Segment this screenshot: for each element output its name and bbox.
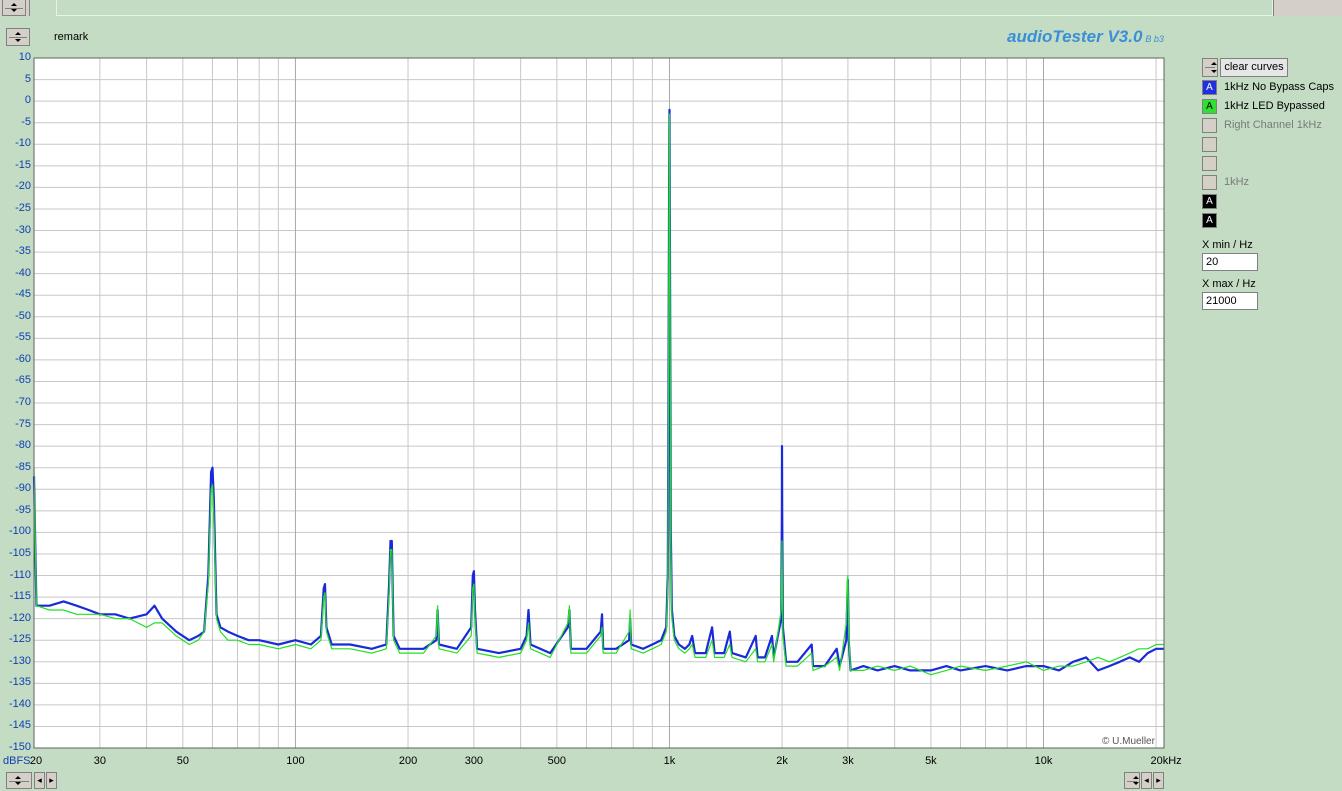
y-tick-label: -10 [15, 137, 31, 150]
curves-spinner[interactable] [1202, 58, 1218, 77]
y-tick-label: -150 [8, 741, 31, 753]
legend-color-box[interactable]: A [1202, 99, 1217, 114]
scroll-left-icon[interactable]: ◂ [1141, 772, 1152, 789]
legend-color-box[interactable]: A [1202, 213, 1217, 228]
legend-color-box[interactable] [1202, 137, 1217, 152]
app-brand: audioTester V3.0 B b3 [1007, 27, 1164, 47]
y-tick-label: -40 [15, 266, 31, 279]
y-tick-label: -30 [15, 223, 31, 236]
y-tick-label: -125 [8, 633, 31, 646]
bottom-left-arrows[interactable]: ◂ ▸ [34, 772, 58, 789]
remark-label: remark [54, 31, 89, 43]
y-tick-label: -35 [15, 245, 31, 258]
legend-color-box[interactable] [1202, 118, 1217, 133]
y-tick-label: -105 [8, 546, 31, 559]
scroll-left-icon[interactable]: ◂ [34, 772, 45, 789]
scroll-right-icon[interactable]: ▸ [46, 772, 57, 789]
top-scrollbar-track[interactable] [56, 0, 1273, 16]
y-tick-label: -140 [8, 697, 31, 710]
spectrum-chart [32, 57, 1165, 749]
y-tick-label: -130 [8, 654, 31, 667]
y-tick-label: -25 [15, 201, 31, 214]
bottom-right-arrows[interactable]: ◂ ▸ [1141, 772, 1165, 789]
brand-version: B b3 [1145, 34, 1164, 44]
y-tick-label: -100 [8, 525, 31, 538]
y-tick-label: -135 [8, 676, 31, 689]
brand-name: audioTester V3.0 [1007, 27, 1143, 46]
legend-color-box[interactable]: A [1202, 80, 1217, 95]
y-tick-label: -115 [9, 590, 31, 603]
y-tick-label: -70 [15, 396, 31, 408]
y-tick-label: -50 [15, 309, 31, 322]
y-tick-label: -65 [15, 374, 31, 387]
clear-curves-button[interactable]: clear curves [1220, 58, 1288, 77]
legend-label: Right Channel 1kHz [1224, 119, 1322, 131]
y-tick-label: -120 [8, 611, 31, 624]
y-tick-label: -75 [15, 417, 31, 430]
x-max-label: X max / Hz [1202, 278, 1256, 290]
x-min-input[interactable]: 20 [1202, 253, 1258, 271]
y-tick-label: -20 [15, 180, 31, 193]
legend-label: 1kHz LED Bypassed [1224, 100, 1325, 112]
y-tick-label: -145 [8, 719, 31, 732]
y-tick-label: 0 [24, 94, 31, 107]
legend-color-box[interactable]: A [1202, 194, 1217, 209]
y-tick-label: -95 [15, 503, 31, 516]
x-min-label: X min / Hz [1202, 239, 1253, 251]
legend-color-box[interactable] [1202, 156, 1217, 171]
y-tick-label: -85 [15, 460, 31, 473]
y-tick-label: -5 [21, 115, 31, 128]
y-tick-label: -15 [15, 158, 31, 171]
y-tick-label: 10 [18, 51, 31, 63]
y-tick-label: -90 [15, 482, 31, 495]
y-axis-labels: 10 5 0 -5 -10 -15 -20 -25 -30 -35 -40 -45 -50 -55 -60 -… [0, 0, 31, 791]
y-tick-label: 5 [24, 72, 31, 85]
y-tick-label: -60 [15, 352, 31, 365]
copyright-text: © U.Mueller [1102, 736, 1155, 747]
y-tick-label: -55 [15, 331, 31, 344]
y-tick-label: -45 [15, 288, 31, 301]
legend-label: 1kHz No Bypass Caps [1224, 81, 1335, 93]
y-tick-label: -110 [9, 568, 31, 581]
bottom-left-spinner[interactable] [6, 772, 32, 789]
y-tick-label: -80 [15, 439, 31, 452]
scroll-right-icon[interactable]: ▸ [1153, 772, 1164, 789]
y-unit-label: dBFS [3, 755, 31, 767]
x-max-input[interactable]: 21000 [1202, 292, 1258, 310]
legend-color-box[interactable] [1202, 175, 1217, 190]
bottom-right-spinner[interactable] [1124, 772, 1140, 789]
legend-label: 1kHz [1224, 176, 1250, 188]
top-scroll-end[interactable] [1273, 0, 1342, 16]
